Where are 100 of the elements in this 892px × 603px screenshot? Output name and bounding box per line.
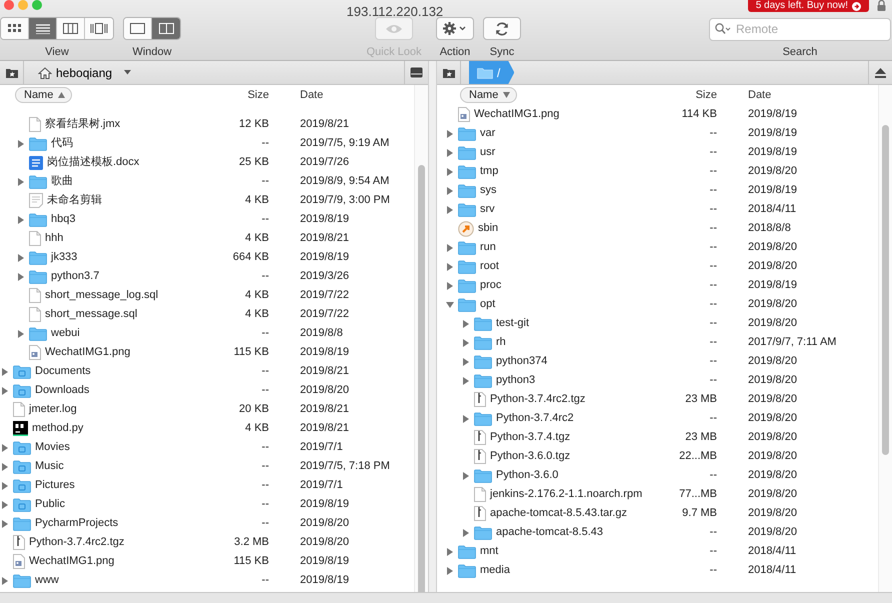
column-header[interactable]: Date xyxy=(748,86,878,104)
file-name[interactable]: Documents xyxy=(35,363,91,380)
view-mode-button[interactable] xyxy=(1,18,29,39)
path-dropdown[interactable]: heboqiang xyxy=(32,64,138,82)
file-size: -- xyxy=(260,269,269,284)
file-name[interactable]: Music xyxy=(35,458,64,475)
file-size: 12 KB xyxy=(238,117,269,132)
folder-icon xyxy=(458,564,476,578)
folder-icon xyxy=(474,468,492,482)
file-icon xyxy=(29,288,41,303)
folder-icon xyxy=(13,384,31,398)
file-name[interactable]: jenkins-2.176.2-1.1.noarch.rpm xyxy=(490,486,642,503)
file-name[interactable]: rh xyxy=(496,334,506,351)
file-name[interactable]: hhh xyxy=(45,230,64,247)
file-name[interactable]: WechatIMG1.png xyxy=(29,553,114,570)
toolbar-button[interactable] xyxy=(483,17,521,40)
file-name[interactable]: Movies xyxy=(35,439,70,456)
file-name[interactable]: method.py xyxy=(32,420,84,437)
column-header[interactable]: Name xyxy=(460,87,518,103)
file-name[interactable]: root xyxy=(480,258,499,275)
file-icon xyxy=(474,487,486,502)
folder-icon xyxy=(458,146,476,160)
file-name[interactable]: www xyxy=(35,572,59,589)
file-name[interactable]: Python-3.6.0.tgz xyxy=(490,448,570,465)
file-date: 2018/4/11 xyxy=(748,202,798,218)
file-size: -- xyxy=(260,174,269,190)
file-date: 2019/8/20 xyxy=(300,383,350,398)
file-name[interactable]: Python-3.6.0 xyxy=(496,467,558,484)
search-field[interactable]: Remote xyxy=(709,18,891,40)
folder-icon xyxy=(29,136,47,150)
view-mode-button[interactable] xyxy=(29,18,57,39)
column-header[interactable]: Size xyxy=(647,86,717,104)
file-name[interactable]: usr xyxy=(480,144,496,161)
file-name[interactable]: opt xyxy=(480,296,496,313)
file-name[interactable]: sys xyxy=(480,182,496,199)
file-name[interactable]: hbq3 xyxy=(51,211,76,228)
scrollbar-thumb[interactable] xyxy=(418,165,425,592)
folder-icon xyxy=(13,498,31,512)
file-name[interactable]: var xyxy=(480,125,496,142)
file-name[interactable]: short_message.sql xyxy=(45,306,138,323)
view-mode-button[interactable] xyxy=(152,18,180,39)
sync-icon xyxy=(495,22,509,36)
bookmark-icon xyxy=(442,66,456,78)
segmented-control[interactable] xyxy=(123,17,181,40)
file-name[interactable]: 岗位描述模板.docx xyxy=(47,154,140,171)
file-name[interactable]: Public xyxy=(35,496,65,513)
file-name[interactable]: 未命名剪辑 xyxy=(47,192,102,209)
file-size: 4 KB xyxy=(244,307,269,322)
file-name[interactable]: proc xyxy=(480,277,502,294)
file-name[interactable]: srv xyxy=(480,201,495,218)
file-name[interactable]: PycharmProjects xyxy=(35,515,118,532)
column-header[interactable]: Name xyxy=(15,87,72,103)
file-name[interactable]: WechatIMG1.png xyxy=(474,106,560,123)
file-name[interactable]: 歌曲 xyxy=(51,173,73,190)
file-date: 2019/8/20 xyxy=(748,164,798,180)
file-date: 2019/8/20 xyxy=(748,259,798,274)
file-name[interactable]: apache-tomcat-8.5.43.tar.gz xyxy=(490,505,627,522)
arrow-icon xyxy=(852,2,861,10)
file-name[interactable]: media xyxy=(480,562,510,579)
file-name[interactable]: 代码 xyxy=(51,135,73,152)
scrollbar-thumb[interactable] xyxy=(882,125,889,455)
file-name[interactable]: mnt xyxy=(480,543,498,560)
column-header[interactable]: Size xyxy=(199,86,269,104)
file-name[interactable]: Python-3.7.4rc2.tgz xyxy=(29,534,124,551)
column-header[interactable]: Date xyxy=(300,86,414,104)
file-name[interactable]: jmeter.log xyxy=(29,401,77,418)
close-button[interactable] xyxy=(4,0,14,10)
folder-icon xyxy=(29,174,47,188)
toolbar-button[interactable] xyxy=(436,17,474,40)
file-name[interactable]: webui xyxy=(51,325,80,342)
home-icon xyxy=(38,66,52,78)
file-name[interactable]: python3 xyxy=(496,372,536,389)
file-name[interactable]: python374 xyxy=(496,353,548,370)
file-name[interactable]: 察看结果树.jmx xyxy=(45,116,120,133)
file-name[interactable]: Downloads xyxy=(35,382,90,399)
file-date: 2019/8/21 xyxy=(300,402,350,418)
file-size: -- xyxy=(708,468,717,484)
file-name[interactable]: tmp xyxy=(480,163,498,180)
file-date: 2019/8/20 xyxy=(748,487,798,502)
file-name[interactable]: Python-3.7.4.tgz xyxy=(490,429,570,446)
file-name[interactable]: Pictures xyxy=(35,477,75,494)
file-size: -- xyxy=(260,497,269,512)
file-name[interactable]: jk333 xyxy=(51,249,78,266)
segmented-control[interactable] xyxy=(0,17,114,40)
file-name[interactable]: WechatIMG1.png xyxy=(45,344,130,361)
file-name[interactable]: test-git xyxy=(496,315,530,332)
file-name[interactable]: run xyxy=(480,239,496,256)
file-name[interactable]: python3.7 xyxy=(51,268,100,285)
file-name[interactable]: Python-3.7.4rc2 xyxy=(496,410,574,427)
file-date: 2018/4/11 xyxy=(748,563,798,578)
file-icon xyxy=(13,402,25,417)
caret-icon xyxy=(124,70,132,75)
file-size: 115 KB xyxy=(232,554,269,570)
file-name[interactable]: Python-3.7.4rc2.tgz xyxy=(490,391,586,408)
file-name[interactable]: short_message_log.sql xyxy=(45,287,158,304)
file-name[interactable]: sbin xyxy=(478,220,498,237)
buy-now-badge[interactable]: 5 days left. Buy now! xyxy=(748,0,869,12)
view-mode-button[interactable] xyxy=(124,18,152,39)
file-name[interactable]: apache-tomcat-8.5.43 xyxy=(496,524,604,541)
file-date: 2019/7/22 xyxy=(300,307,350,322)
